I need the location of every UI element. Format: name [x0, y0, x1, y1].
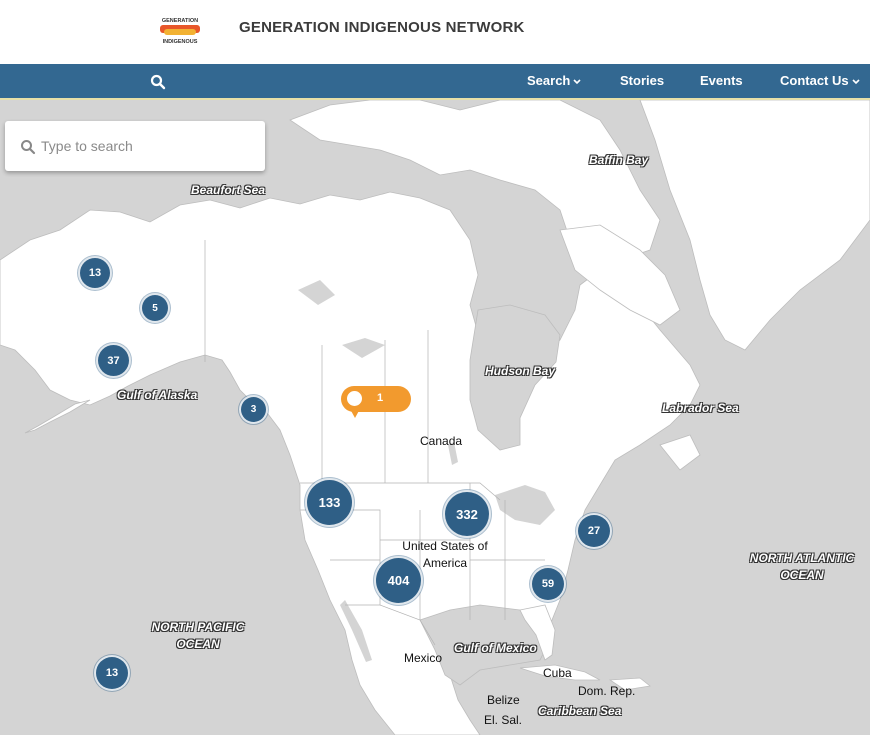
chevron-down-icon — [573, 78, 581, 84]
map-cluster[interactable]: 13 — [78, 256, 112, 290]
label-belize: Belize — [487, 693, 520, 707]
map-cluster[interactable]: 13 — [94, 655, 130, 691]
chevron-down-icon — [852, 78, 860, 84]
site-header: GENERATION INDIGENOUS GENERATION INDIGEN… — [0, 0, 870, 64]
marker-dot-icon — [347, 391, 362, 406]
label-caribbean-sea: Caribbean Sea — [538, 704, 622, 718]
label-north-pacific: NORTH PACIFIC OCEAN — [151, 620, 245, 651]
map-cluster[interactable]: 133 — [305, 478, 354, 527]
marker-count: 1 — [377, 392, 384, 404]
label-dom-rep: Dom. Rep. — [578, 684, 636, 698]
map-cluster[interactable]: 59 — [530, 566, 566, 602]
label-el-salvador: El. Sal. — [484, 713, 523, 727]
map-search-box — [5, 121, 265, 171]
site-title[interactable]: GENERATION INDIGENOUS NETWORK — [239, 19, 525, 36]
map-cluster[interactable]: 404 — [374, 556, 423, 605]
map-event-marker[interactable]: 1 — [341, 386, 411, 420]
map-cluster[interactable]: 332 — [443, 490, 491, 538]
map-cluster[interactable]: 5 — [140, 293, 170, 323]
label-mexico: Mexico — [404, 651, 443, 665]
marker-tail — [349, 407, 361, 418]
generation-indigenous-logo[interactable]: GENERATION INDIGENOUS — [158, 12, 202, 46]
map-basemap — [0, 100, 870, 735]
label-gulf-of-alaska: Gulf of Alaska — [117, 388, 198, 402]
alaska-peninsula — [24, 399, 91, 434]
search-icon[interactable] — [150, 74, 166, 90]
nav-events-label: Events — [700, 73, 743, 88]
search-icon — [21, 140, 36, 155]
label-baffin-bay: Baffin Bay — [589, 153, 649, 167]
label-labrador-sea: Labrador Sea — [662, 401, 739, 415]
nav-search[interactable]: Search — [527, 73, 581, 88]
map-cluster[interactable]: 37 — [96, 343, 131, 378]
nav-contact-label: Contact Us — [780, 73, 849, 88]
map-cluster[interactable]: 3 — [239, 395, 268, 424]
nav-stories-label: Stories — [620, 73, 665, 88]
newfoundland — [659, 434, 701, 471]
nav-stories[interactable]: Stories — [620, 73, 664, 88]
label-hudson-bay: Hudson Bay — [485, 364, 556, 378]
label-canada: Canada — [420, 434, 463, 448]
label-beaufort-sea: Beaufort Sea — [191, 183, 266, 197]
nav-events[interactable]: Events — [700, 73, 743, 88]
map-view[interactable]: Beaufort Sea Baffin Bay Hudson Bay Labra… — [0, 100, 870, 735]
svg-text:INDIGENOUS: INDIGENOUS — [163, 39, 198, 45]
main-nav: Search Stories Events Contact Us — [0, 64, 870, 100]
label-north-atlantic: NORTH ATLANTIC OCEAN — [749, 551, 855, 582]
label-cuba: Cuba — [543, 666, 572, 680]
nav-search-label: Search — [527, 73, 571, 88]
svg-text:GENERATION: GENERATION — [162, 18, 198, 24]
nav-contact-us[interactable]: Contact Us — [780, 73, 860, 88]
map-search-input[interactable] — [41, 135, 251, 157]
map-cluster[interactable]: 27 — [576, 513, 612, 549]
label-gulf-of-mexico: Gulf of Mexico — [454, 641, 537, 655]
